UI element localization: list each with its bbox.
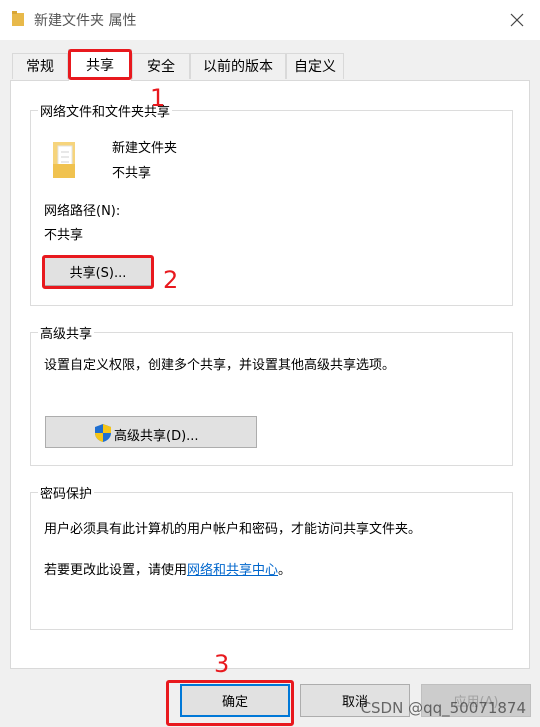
shared-folder-icon — [53, 142, 75, 178]
annotation-step-3: 3 — [214, 650, 230, 678]
close-icon[interactable] — [502, 5, 532, 35]
share-button[interactable]: 共享(S)... — [44, 257, 152, 286]
password-protection-text: 用户必须具有此计算机的用户帐户和密码，才能访问共享文件夹。 — [44, 522, 422, 537]
network-sharing-center-link[interactable]: 网络和共享中心 — [187, 563, 278, 578]
ok-button[interactable]: 确定 — [180, 684, 290, 717]
password-protection-change-line: 若要更改此设置，请使用网络和共享中心。 — [44, 559, 291, 578]
tab-customize[interactable]: 自定义 — [286, 53, 344, 79]
advanced-sharing-button[interactable]: 高级共享(D)... — [45, 416, 257, 448]
annotation-step-2: 2 — [163, 266, 179, 294]
tab-sharing[interactable]: 共享 — [68, 49, 132, 81]
uac-shield-icon — [95, 424, 111, 442]
advanced-sharing-description: 设置自定义权限，创建多个共享，并设置其他高级共享选项。 — [44, 358, 396, 373]
folder-icon — [12, 11, 24, 26]
password-protection-title: 密码保护 — [38, 483, 95, 502]
advanced-sharing-button-label: 高级共享(D)... — [114, 429, 199, 444]
tab-general[interactable]: 常规 — [12, 53, 68, 79]
folder-name: 新建文件夹 — [112, 141, 178, 156]
change-setting-prefix: 若要更改此设置，请使用 — [44, 563, 188, 578]
tab-security[interactable]: 安全 — [132, 53, 190, 79]
watermark: CSDN @qq_50071874 — [360, 699, 526, 717]
annotation-step-1: 1 — [150, 84, 166, 112]
title-bar: 新建文件夹 属性 — [0, 0, 540, 40]
advanced-sharing-title: 高级共享 — [38, 323, 95, 342]
tab-previous-versions[interactable]: 以前的版本 — [190, 53, 286, 79]
change-setting-suffix: 。 — [278, 563, 292, 578]
network-path-value: 不共享 — [44, 228, 84, 243]
folder-share-status: 不共享 — [112, 166, 152, 181]
window-title: 新建文件夹 属性 — [34, 13, 137, 29]
network-path-label: 网络路径(N): — [44, 204, 121, 219]
